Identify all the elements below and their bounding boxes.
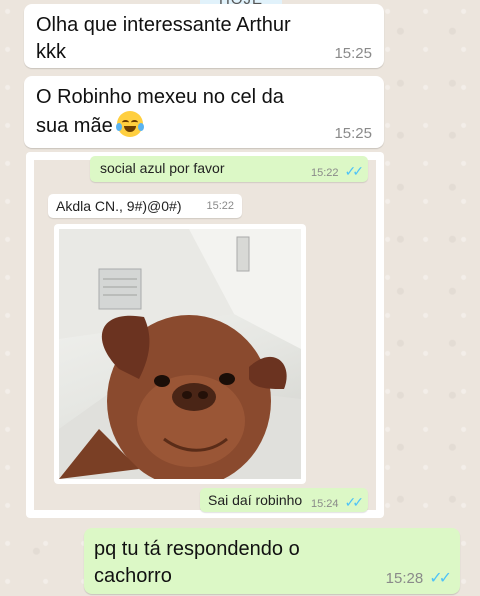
message-incoming[interactable]: Olha que interessante Arthur kkk 15:25 — [24, 4, 384, 68]
dog-photo — [59, 229, 301, 479]
screenshot-time-text: 15:22 — [311, 167, 339, 179]
double-check-icon: ✓✓ — [429, 570, 452, 587]
image-message[interactable]: social azul por favor 15:22 ✓✓ Akdla CN.,… — [26, 152, 384, 518]
screenshot-message-outgoing: social azul por favor 15:22 ✓✓ — [90, 156, 368, 182]
message-text: pq tu tá respondendo o cachorro — [94, 538, 300, 587]
screenshot-message-text: Sai daí robinho — [208, 492, 303, 508]
message-time: 15:28 ✓✓ — [385, 568, 452, 588]
message-text: Olha que interessante Arthur kkk — [36, 14, 291, 63]
screenshot-message-text: Akdla CN., 9#)@0#) — [56, 198, 182, 214]
double-check-icon: ✓✓ — [344, 494, 365, 510]
screenshot-message-text: social azul por favor — [100, 160, 225, 176]
message-time: 15:25 — [334, 125, 372, 142]
message-text-line2: sua mãe — [36, 115, 113, 137]
message-text: O Robinho mexeu no cel da sua mãe — [36, 84, 336, 140]
dog-photo-card — [54, 224, 306, 484]
dog-photo-illustration — [59, 229, 301, 479]
message-time-text: 15:28 — [385, 570, 424, 587]
screenshot-image: social azul por favor 15:22 ✓✓ Akdla CN.,… — [34, 156, 376, 512]
message-text-line1: O Robinho mexeu no cel da — [36, 86, 284, 108]
message-outgoing[interactable]: pq tu tá respondendo o cachorro 15:28 ✓✓ — [84, 528, 460, 594]
message-time: 15:25 — [334, 45, 372, 62]
screenshot-message-time: 15:22 — [206, 200, 234, 212]
screenshot-message-outgoing: Sai daí robinho 15:24 ✓✓ — [200, 488, 368, 512]
screenshot-message-time: 15:24 ✓✓ — [311, 494, 365, 511]
screenshot-message-incoming: Akdla CN., 9#)@0#) 15:22 — [48, 194, 242, 218]
screenshot-message-time: 15:22 ✓✓ — [311, 163, 365, 180]
double-check-icon: ✓✓ — [344, 163, 365, 179]
screenshot-time-text: 15:24 — [311, 498, 339, 510]
message-incoming[interactable]: O Robinho mexeu no cel da sua mãe 15:25 — [24, 76, 384, 148]
tears-of-joy-emoji — [115, 111, 144, 137]
